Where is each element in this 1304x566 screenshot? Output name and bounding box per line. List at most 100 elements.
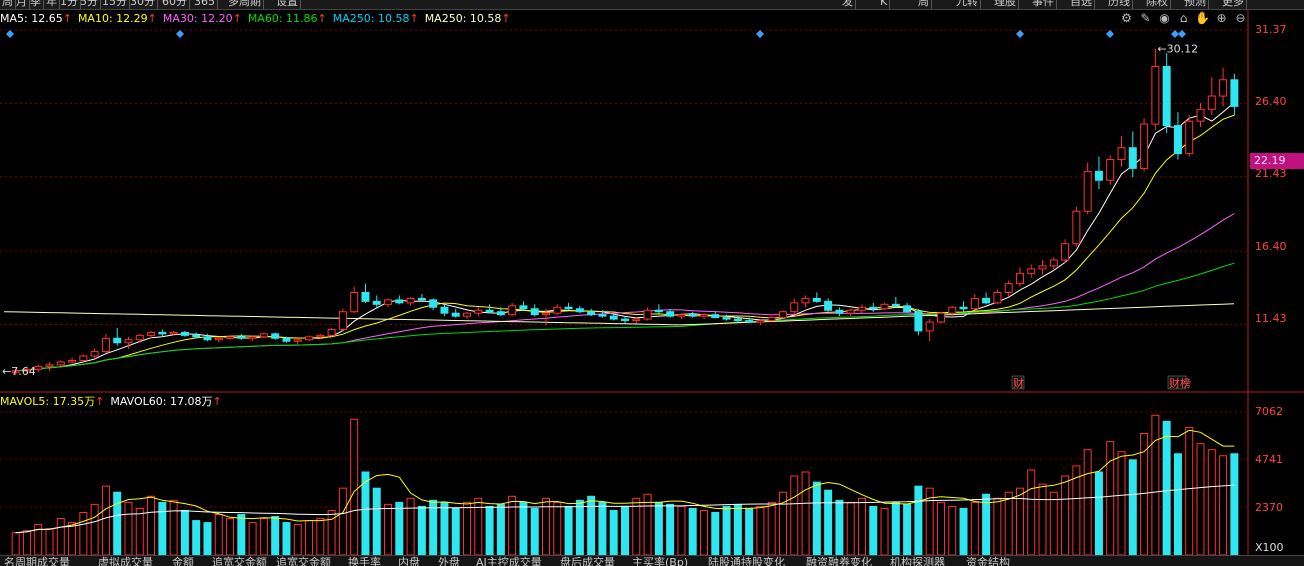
volume-bar <box>429 499 438 556</box>
candle-body <box>271 333 280 339</box>
volume-bar <box>688 507 697 556</box>
current-price-tag: 22.19 <box>1250 153 1304 169</box>
candle-body <box>869 306 878 310</box>
volume-bar <box>135 507 144 556</box>
candle-body <box>542 312 551 316</box>
candle-body <box>1049 259 1058 267</box>
volume-bar <box>891 501 900 556</box>
candle-body <box>688 314 697 317</box>
candle-body <box>857 306 866 311</box>
candle-body <box>316 334 325 338</box>
candle-body <box>90 351 99 357</box>
volume-bar <box>271 516 280 556</box>
volume-bar <box>835 499 844 556</box>
candle-body <box>1027 268 1036 274</box>
candle-body <box>440 306 449 314</box>
volume-bar <box>564 505 573 556</box>
price-tick-3: 16.40 <box>1255 240 1287 253</box>
candle-body <box>530 308 539 316</box>
candle-body <box>395 299 404 304</box>
price-chart[interactable]: ←30.12 ←7.64 财 财榜 <box>0 0 1304 565</box>
candle-body <box>45 364 54 367</box>
volume-bar <box>722 505 731 556</box>
candle-body <box>338 311 347 330</box>
volume-bar <box>384 503 393 556</box>
volume-bar <box>801 471 810 556</box>
candle-body <box>305 336 314 341</box>
volume-bar <box>22 530 31 556</box>
volume-bar <box>485 505 494 556</box>
candle-body <box>993 292 1002 304</box>
candle-body <box>1207 95 1216 110</box>
volume-bar <box>1083 449 1092 556</box>
volume-bar <box>621 505 629 556</box>
volume-bar <box>880 507 889 556</box>
volume-bar <box>903 503 912 556</box>
candle-body <box>158 331 167 335</box>
price-tick-0: 31.37 <box>1255 23 1287 36</box>
vol-legend-0: MAVOL5: 17.35万↑ <box>0 395 105 408</box>
candle-body <box>1004 283 1013 294</box>
candle-body <box>34 365 43 370</box>
candle-body <box>1128 147 1137 169</box>
marker-label: 财 <box>1013 376 1024 390</box>
candle-body <box>801 297 810 304</box>
volume-bar <box>711 511 720 556</box>
candle-body <box>79 355 88 361</box>
volume-bar <box>677 505 686 556</box>
volume-bar <box>508 495 517 556</box>
candle-body <box>1015 272 1024 285</box>
candle-body <box>677 314 686 317</box>
candle-body <box>282 337 291 342</box>
candle-body <box>350 292 359 313</box>
volume-bar <box>158 501 167 556</box>
candle-body <box>248 336 257 339</box>
volume-bar <box>56 518 65 556</box>
candle-body <box>654 309 663 313</box>
candle-body <box>1117 147 1126 161</box>
volume-bar <box>180 509 189 556</box>
candle-body <box>1162 65 1171 127</box>
candle-body <box>485 309 494 313</box>
volume-bar <box>1230 453 1239 556</box>
volume-bar <box>90 503 99 556</box>
candle-body <box>1038 265 1047 270</box>
volume-bar <box>869 505 878 556</box>
volume-bar <box>259 518 268 556</box>
candle-body <box>632 318 641 322</box>
candle-body <box>1151 65 1160 125</box>
candle-body <box>1173 125 1182 155</box>
volume-bar <box>1128 459 1137 556</box>
volume-bar <box>812 481 821 556</box>
candle-body <box>575 308 584 313</box>
volume-bar <box>575 499 584 556</box>
volume-bar <box>1173 453 1182 556</box>
volume-bar <box>1061 475 1070 556</box>
event-diamond-icon <box>176 30 184 38</box>
volume-bar <box>857 497 866 556</box>
volume-bar <box>1094 471 1103 556</box>
volume-bar <box>1185 426 1194 556</box>
volume-bar <box>824 489 833 556</box>
candle-body <box>903 305 912 313</box>
candle-body <box>384 299 393 305</box>
up-arrow-icon: ↑ <box>95 395 105 408</box>
volume-bar <box>45 528 54 556</box>
candle-body <box>790 302 799 313</box>
ma250-line <box>3 303 1235 326</box>
candle-body <box>1083 170 1092 212</box>
event-diamond-icon <box>6 30 14 38</box>
candle-body <box>214 337 223 341</box>
candle-body <box>474 309 483 314</box>
volume-bar <box>790 475 799 556</box>
candle-body <box>598 314 607 317</box>
candle-body <box>113 337 122 344</box>
candle-body <box>1106 159 1115 181</box>
volume-bar <box>68 522 77 556</box>
candle-body <box>824 300 833 311</box>
event-diamond-icon <box>756 30 764 38</box>
volume-bar <box>316 518 325 556</box>
volume-tick-2: 2370 <box>1255 501 1283 514</box>
volume-bar <box>327 509 336 556</box>
volume-bar <box>643 493 652 556</box>
